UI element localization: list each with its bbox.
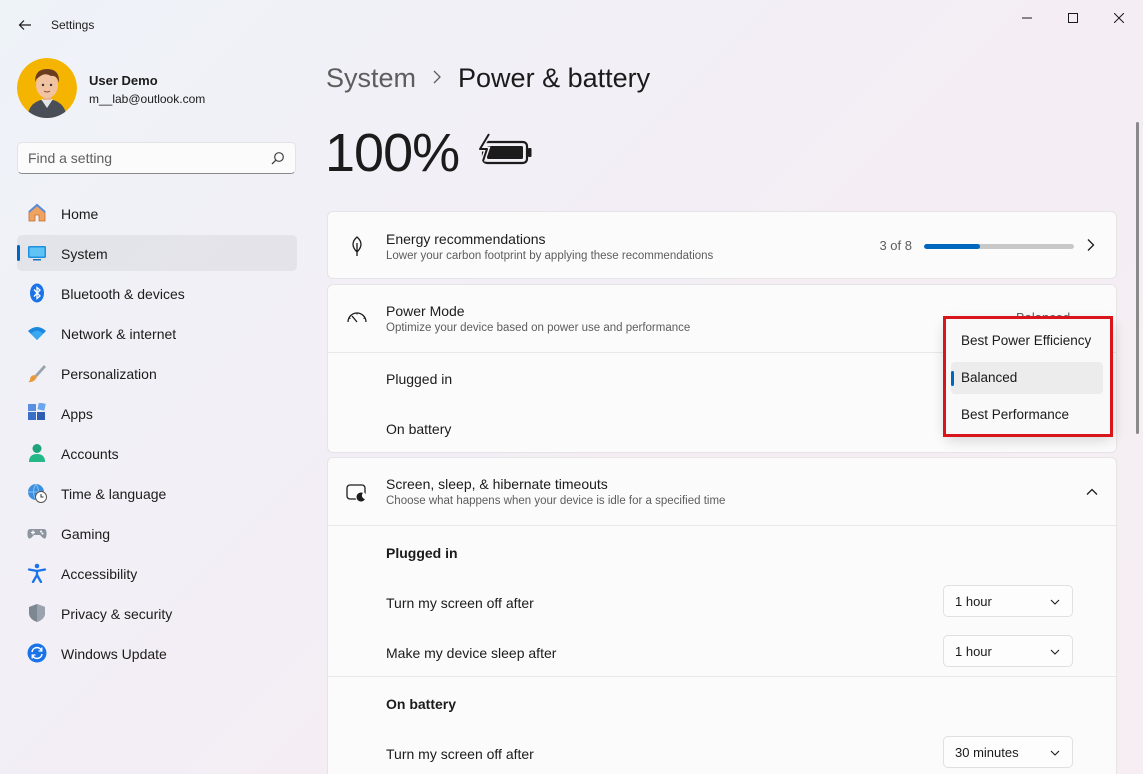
wifi-icon — [28, 327, 46, 340]
plugged-sleep-label: Make my device sleep after — [386, 645, 557, 661]
close-icon — [1114, 13, 1124, 23]
sidebar-item-label: Apps — [61, 406, 93, 422]
sidebar-item-bluetooth[interactable]: Bluetooth & devices — [17, 275, 297, 311]
power-mode-subtitle: Optimize your device based on power use … — [386, 322, 691, 334]
title-bar: Settings — [0, 0, 1143, 48]
plugged-in-heading: Plugged in — [386, 545, 458, 561]
avatar-image — [17, 58, 77, 118]
back-arrow-icon — [18, 20, 31, 30]
sidebar-item-personalization[interactable]: Personalization — [17, 355, 297, 391]
battery-screen-off-dropdown[interactable]: 30 minutes — [943, 736, 1073, 768]
gauge-icon — [347, 312, 367, 323]
back-button[interactable] — [14, 14, 36, 36]
accessibility-icon — [27, 563, 47, 583]
sidebar-item-system[interactable]: System — [17, 235, 297, 271]
sidebar-item-privacy-security[interactable]: Privacy & security — [17, 595, 297, 631]
energy-progress-count: 3 of 8 — [879, 238, 912, 253]
selection-indicator — [17, 245, 20, 261]
divider — [328, 676, 1116, 677]
bluetooth-icon — [30, 283, 44, 303]
energy-progress-fill — [924, 244, 981, 249]
sidebar-item-label: Home — [61, 206, 99, 222]
sidebar-item-label: Gaming — [61, 526, 111, 542]
breadcrumb-parent[interactable]: System — [326, 63, 416, 94]
person-icon — [29, 444, 45, 462]
battery-screen-off-label: Turn my screen off after — [386, 746, 534, 762]
on-battery-heading: On battery — [386, 696, 457, 712]
plugged-screen-off-dropdown[interactable]: 1 hour — [943, 585, 1073, 617]
annotation-highlight-box — [943, 316, 1113, 437]
page-title: Power & battery — [458, 62, 651, 93]
leaf-icon — [352, 236, 362, 256]
chevron-down-icon — [1050, 649, 1060, 655]
on-battery-label: On battery — [386, 421, 452, 437]
screen-sleep-subtitle: Choose what happens when your device is … — [386, 495, 726, 507]
globe-clock-icon — [28, 483, 47, 503]
chevron-down-icon — [1050, 750, 1060, 756]
battery-percentage: 100% — [325, 123, 460, 183]
gamepad-icon — [27, 529, 47, 539]
sidebar-item-apps[interactable]: Apps — [17, 395, 297, 431]
system-icon — [28, 246, 46, 261]
maximize-icon — [1068, 13, 1078, 23]
sidebar-item-label: Accessibility — [61, 566, 138, 582]
sidebar-item-accounts[interactable]: Accounts — [17, 435, 297, 471]
sidebar-item-home[interactable]: Home — [17, 195, 297, 231]
profile-email: m__lab@outlook.com — [89, 92, 206, 106]
sidebar-nav: Home System Bluetooth & devices Network — [17, 195, 297, 675]
chevron-right-icon — [1087, 239, 1095, 251]
search-box — [17, 142, 296, 174]
dropdown-value: 1 hour — [955, 644, 992, 659]
close-button[interactable] — [1096, 6, 1142, 30]
sidebar-item-label: Windows Update — [61, 646, 167, 662]
scrollbar[interactable] — [1136, 122, 1139, 434]
sidebar-item-label: Bluetooth & devices — [61, 286, 185, 302]
divider — [328, 525, 1116, 526]
plugged-in-label: Plugged in — [386, 371, 453, 387]
home-icon — [28, 203, 46, 222]
sidebar-item-label: Accounts — [61, 446, 119, 462]
apps-icon — [28, 403, 46, 420]
sidebar-item-windows-update[interactable]: Windows Update — [17, 635, 297, 671]
energy-recommendations-card[interactable]: Energy recommendations Lower your carbon… — [327, 211, 1117, 279]
screen-sleep-icon — [346, 484, 367, 503]
sidebar-item-accessibility[interactable]: Accessibility — [17, 555, 297, 591]
settings-window: Settings User Demo m__lab@outlook.com Fi… — [0, 0, 1143, 774]
maximize-button[interactable] — [1050, 6, 1096, 30]
sidebar-item-label: Time & language — [61, 486, 167, 502]
dropdown-value: 1 hour — [955, 594, 992, 609]
power-mode-title: Power Mode — [386, 303, 465, 319]
plugged-sleep-dropdown[interactable]: 1 hour — [943, 635, 1073, 667]
chevron-down-icon — [1050, 599, 1060, 605]
energy-title: Energy recommendations — [386, 231, 546, 247]
screen-sleep-title: Screen, sleep, & hibernate timeouts — [386, 476, 608, 492]
sidebar-item-network[interactable]: Network & internet — [17, 315, 297, 351]
brush-icon — [28, 365, 46, 383]
minimize-button[interactable] — [1004, 6, 1050, 30]
sidebar-item-label: Network & internet — [61, 326, 177, 342]
breadcrumb: System Power & battery — [326, 58, 650, 98]
sidebar-item-label: System — [61, 246, 108, 262]
sidebar-item-label: Privacy & security — [61, 606, 173, 622]
minimize-icon — [1022, 17, 1032, 19]
search-icon[interactable] — [271, 151, 285, 165]
chevron-up-icon[interactable] — [1086, 486, 1098, 498]
shield-icon — [29, 604, 45, 622]
plugged-screen-off-label: Turn my screen off after — [386, 595, 534, 611]
breadcrumb-separator-icon — [432, 68, 442, 89]
screen-sleep-card: Screen, sleep, & hibernate timeouts Choo… — [327, 457, 1117, 774]
app-title: Settings — [51, 18, 95, 32]
energy-subtitle: Lower your carbon footprint by applying … — [386, 250, 714, 262]
search-input[interactable] — [18, 143, 263, 173]
energy-progress-bar — [924, 244, 1074, 249]
battery-charging-icon — [477, 133, 532, 165]
update-icon — [27, 643, 47, 663]
sidebar-item-time-language[interactable]: Time & language — [17, 475, 297, 511]
avatar[interactable] — [17, 58, 77, 118]
dropdown-value: 30 minutes — [955, 745, 1019, 760]
sidebar-item-gaming[interactable]: Gaming — [17, 515, 297, 551]
profile-name: User Demo — [89, 73, 158, 88]
sidebar-item-label: Personalization — [61, 366, 157, 382]
